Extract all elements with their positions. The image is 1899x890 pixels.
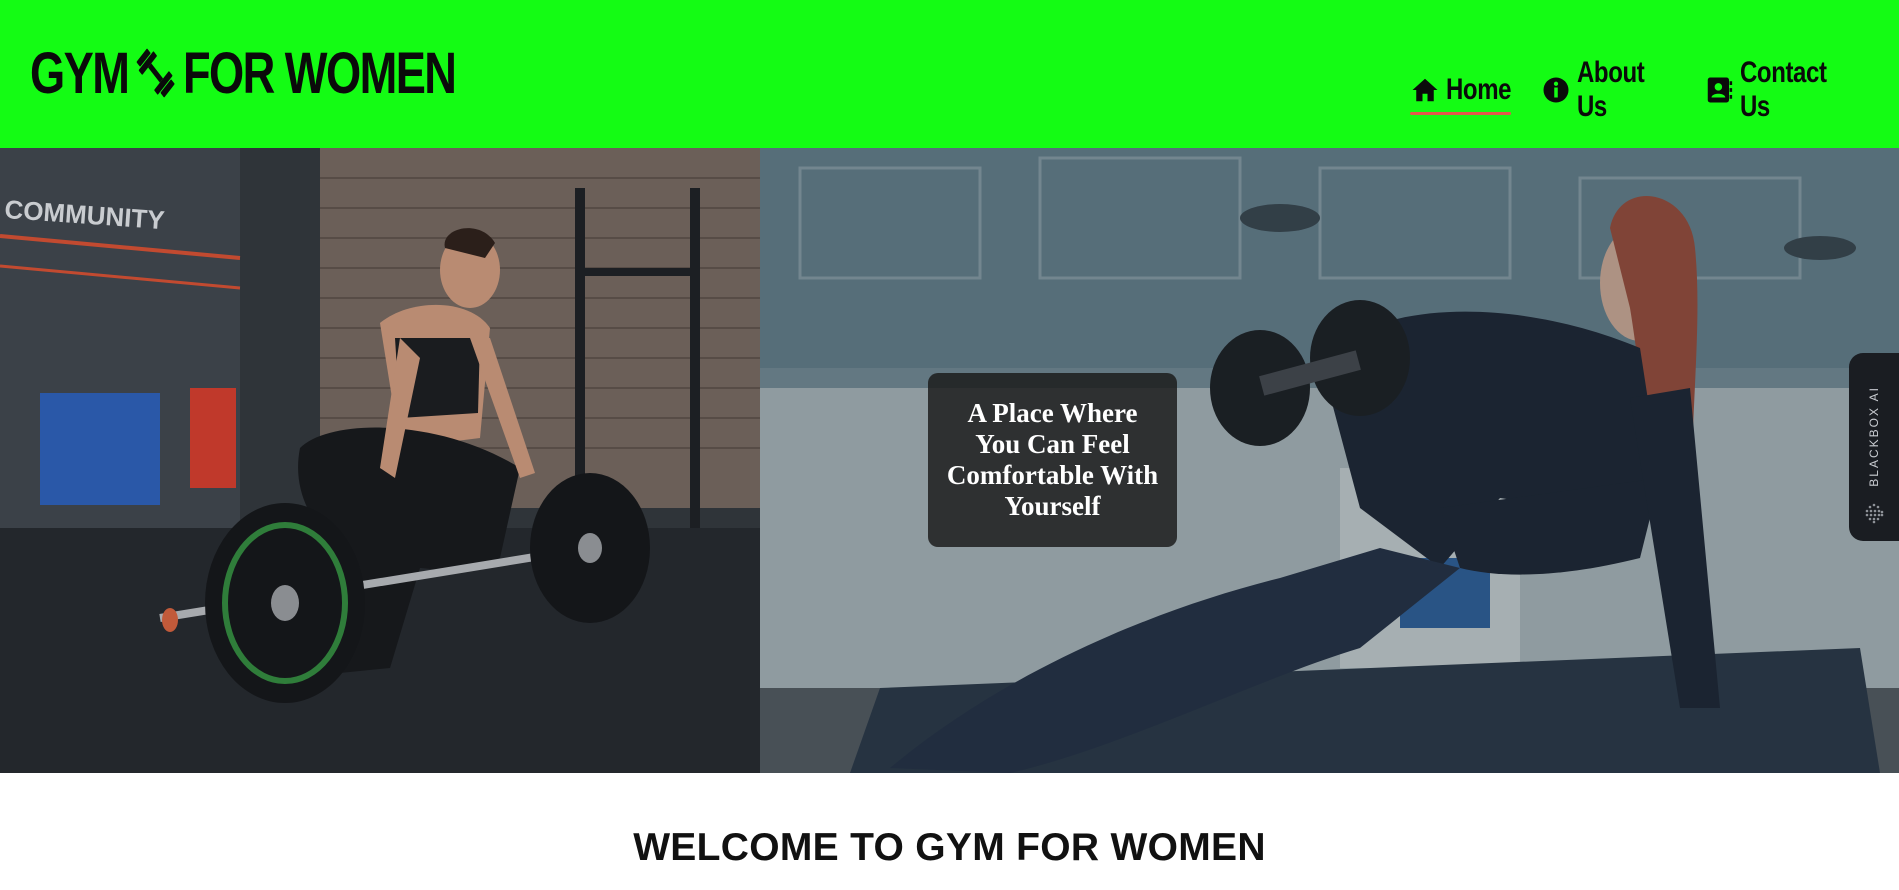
info-circle-icon	[1543, 77, 1569, 103]
woman-deadlift-photo: COMMUNITY	[0, 148, 760, 773]
deadlift-illustration: COMMUNITY	[0, 148, 760, 773]
nav-about-us-label: About Us	[1577, 56, 1645, 123]
main-nav: Home About Us Contact Us	[1410, 56, 1857, 130]
welcome-heading: WELCOME TO GYM FOR WOMEN	[633, 826, 1266, 869]
hero-caption-text: A Place Where You Can Feel Comfortable W…	[946, 398, 1159, 521]
nav-about-us[interactable]: About Us	[1541, 56, 1674, 130]
dots-sphere-icon	[1865, 503, 1884, 524]
dumbbell-icon	[136, 48, 175, 98]
blackbox-ai-widget[interactable]: BLACKBOX AI	[1849, 353, 1899, 541]
site-logo[interactable]: GYM FOR WOMEN	[30, 40, 457, 106]
nav-home[interactable]: Home	[1410, 73, 1512, 115]
logo-text-for-women: FOR WOMEN	[182, 40, 457, 106]
hero-caption: A Place Where You Can Feel Comfortable W…	[928, 373, 1177, 547]
site-header: GYM FOR WOMEN Home About Us Contact Us	[0, 0, 1899, 148]
nav-contact-us[interactable]: Contact Us	[1704, 56, 1857, 130]
address-book-icon	[1707, 77, 1733, 103]
home-icon	[1412, 78, 1438, 102]
blackbox-ai-label: BLACKBOX AI	[1867, 386, 1881, 487]
nav-home-label: Home	[1446, 73, 1512, 106]
logo-text-gym: GYM	[30, 40, 130, 106]
nav-contact-us-label: Contact Us	[1740, 56, 1827, 123]
